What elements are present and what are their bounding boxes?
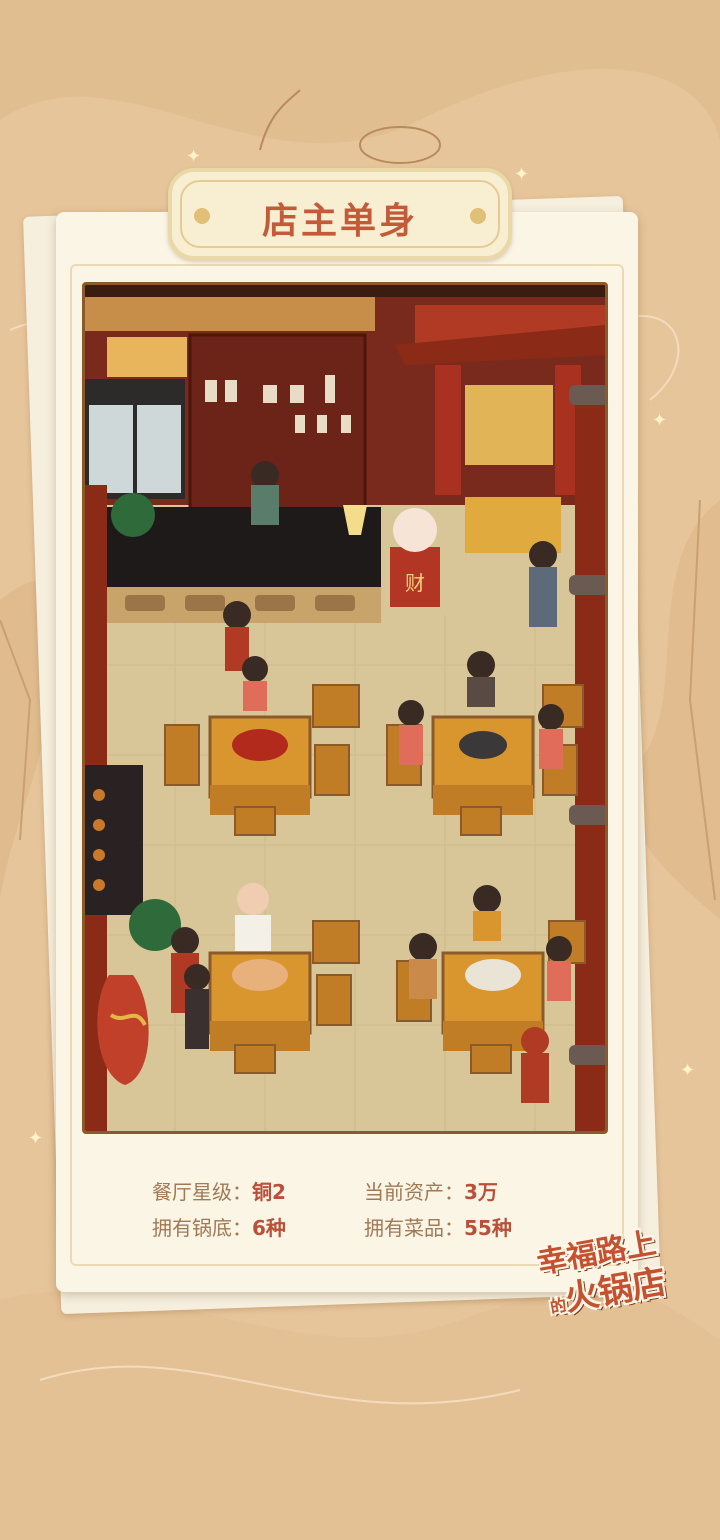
hotpot-icon <box>465 959 521 991</box>
page-title: 店主单身 <box>261 200 418 242</box>
stat-value: 铜2 <box>252 1180 286 1204</box>
sparkle-icon: ✦ <box>680 1060 696 1081</box>
table-3 <box>208 951 312 1051</box>
stat-value: 6种 <box>252 1216 286 1240</box>
svg-text:财: 财 <box>405 571 425 595</box>
table-2 <box>431 715 535 815</box>
restaurant-scene[interactable]: 财 <box>82 282 608 1134</box>
stat-label: 拥有菜品： <box>364 1216 464 1240</box>
restaurant-stats: 餐厅星级：铜2 当前资产：3万 拥有锅底：6种 拥有菜品：55种 <box>152 1176 552 1246</box>
stat-current-assets: 当前资产：3万 <box>364 1176 498 1205</box>
sparkle-icon: ✦ <box>28 1128 44 1149</box>
sparkle-icon: ✦ <box>186 146 202 167</box>
stat-dishes: 拥有菜品：55种 <box>364 1212 512 1241</box>
logo-main-text: 火锅店 <box>561 1262 670 1320</box>
hotpot-icon <box>232 729 288 761</box>
stat-pot-bases: 拥有锅底：6种 <box>152 1212 286 1241</box>
stat-label: 拥有锅底： <box>152 1216 252 1240</box>
lucky-cat-icon: 财 <box>390 508 440 607</box>
table-1 <box>208 715 312 815</box>
bonsai-icon <box>111 493 155 537</box>
scene-illustration: 财 <box>85 285 605 1131</box>
stat-value: 3万 <box>464 1180 498 1204</box>
stat-label: 餐厅星级： <box>152 1180 252 1204</box>
stat-label: 当前资产： <box>364 1180 464 1204</box>
title-tab: 店主单身 <box>168 168 512 260</box>
sparkle-icon: ✦ <box>514 164 530 185</box>
stat-star-level: 餐厅星级：铜2 <box>152 1176 286 1205</box>
game-logo: 幸福路上 的火锅店 <box>532 1220 692 1320</box>
stat-value: 55种 <box>464 1216 512 1240</box>
hotpot-icon <box>232 959 288 991</box>
sparkle-icon: ✦ <box>652 410 668 431</box>
